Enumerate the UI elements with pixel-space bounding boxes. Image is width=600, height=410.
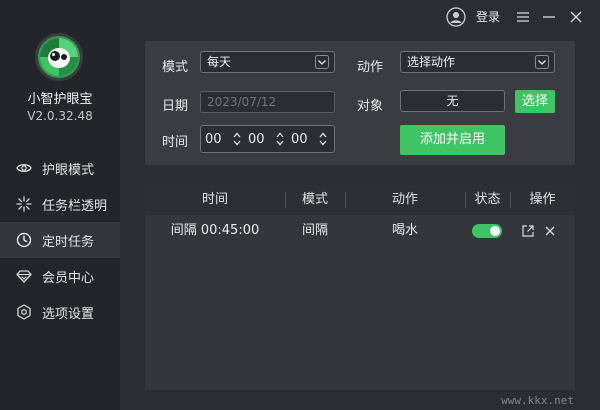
minimize-icon <box>543 16 555 18</box>
action-label: 动作 <box>357 60 384 75</box>
sidebar-item-member-center[interactable]: 会员中心 <box>0 258 120 294</box>
app-window: 小智护眼宝 V2.0.32.48 护眼模式 任务栏透明 定时任务 会员中心 选项… <box>0 0 600 410</box>
sidebar-nav: 护眼模式 任务栏透明 定时任务 会员中心 选项设置 <box>0 150 120 330</box>
column-header-status: 状态 <box>474 192 501 207</box>
close-icon <box>545 226 555 236</box>
cell-action: 喝水 <box>391 223 418 238</box>
sidebar-item-label: 定时任务 <box>42 234 95 250</box>
close-icon <box>570 11 582 23</box>
status-toggle[interactable] <box>472 224 502 238</box>
hamburger-icon <box>517 12 529 22</box>
close-button[interactable] <box>567 8 585 26</box>
eye-icon <box>16 160 32 176</box>
diamond-icon <box>16 268 32 284</box>
chevron-down-icon <box>535 55 549 69</box>
column-header-action: 动作 <box>391 192 418 207</box>
action-select[interactable]: 选择动作 <box>400 51 555 73</box>
sidebar-item-label: 选项设置 <box>42 306 95 322</box>
edit-button[interactable] <box>521 224 535 238</box>
date-input[interactable] <box>200 91 335 113</box>
app-version: V2.0.32.48 <box>27 109 93 123</box>
time-label: 时间 <box>162 135 189 150</box>
time-picker[interactable]: 00 00 00 <box>200 125 335 153</box>
target-field: 无 <box>400 90 505 112</box>
task-table: 时间 模式 动作 状态 操作 间隔 00:45:00 间隔 喝水 <box>145 185 575 390</box>
spinner-minutes-icon[interactable] <box>276 131 284 147</box>
sidebar-item-scheduled-tasks[interactable]: 定时任务 <box>0 222 120 258</box>
sparkle-icon <box>16 196 32 212</box>
column-header-operations: 操作 <box>529 192 556 207</box>
settings-icon <box>16 304 32 320</box>
cell-time: 间隔 00:45:00 <box>170 223 260 238</box>
add-and-enable-button[interactable]: 添加并启用 <box>400 125 505 155</box>
column-header-time: 时间 <box>201 192 228 207</box>
sidebar-item-label: 会员中心 <box>42 270 95 286</box>
sidebar: 小智护眼宝 V2.0.32.48 护眼模式 任务栏透明 定时任务 会员中心 选项… <box>0 0 120 410</box>
spinner-hours-icon[interactable] <box>233 131 241 147</box>
time-seconds-field[interactable]: 00 <box>291 132 308 147</box>
select-target-button[interactable]: 选择 <box>515 90 555 113</box>
mode-select[interactable]: 每天 <box>200 51 335 73</box>
user-avatar-icon[interactable] <box>446 7 466 27</box>
minimize-button[interactable] <box>540 8 558 26</box>
table-header: 时间 模式 动作 状态 操作 <box>145 185 575 215</box>
title-bar: 登录 <box>120 0 600 34</box>
date-label: 日期 <box>162 99 189 114</box>
task-form-panel: 模式 每天 动作 选择动作 日期 对象 无 选择 时间 00 00 00 添加并… <box>145 41 575 165</box>
column-header-mode: 模式 <box>301 192 328 207</box>
sidebar-item-taskbar-transparent[interactable]: 任务栏透明 <box>0 186 120 222</box>
spinner-seconds-icon[interactable] <box>319 131 327 147</box>
chevron-down-icon <box>315 55 329 69</box>
cell-mode: 间隔 <box>301 223 328 238</box>
target-label: 对象 <box>357 99 384 114</box>
login-button[interactable]: 登录 <box>476 8 500 25</box>
table-row: 间隔 00:45:00 间隔 喝水 <box>145 215 575 247</box>
time-minutes-field[interactable]: 00 <box>248 132 265 147</box>
time-hours-field[interactable]: 00 <box>205 132 222 147</box>
delete-button[interactable] <box>543 224 557 238</box>
mode-select-value: 每天 <box>207 55 232 69</box>
mode-label: 模式 <box>162 60 189 75</box>
sidebar-item-eye-mode[interactable]: 护眼模式 <box>0 150 120 186</box>
toggle-knob <box>490 226 500 236</box>
sidebar-item-settings[interactable]: 选项设置 <box>0 294 120 330</box>
clock-icon <box>16 232 32 248</box>
edit-icon <box>522 225 534 237</box>
app-logo <box>34 32 84 82</box>
watermark-text: www.kkx.net <box>501 394 574 407</box>
app-name: 小智护眼宝 <box>27 92 93 107</box>
sidebar-item-label: 护眼模式 <box>42 162 95 178</box>
action-select-value: 选择动作 <box>407 55 456 69</box>
sidebar-item-label: 任务栏透明 <box>42 198 108 214</box>
menu-button[interactable] <box>514 8 532 26</box>
